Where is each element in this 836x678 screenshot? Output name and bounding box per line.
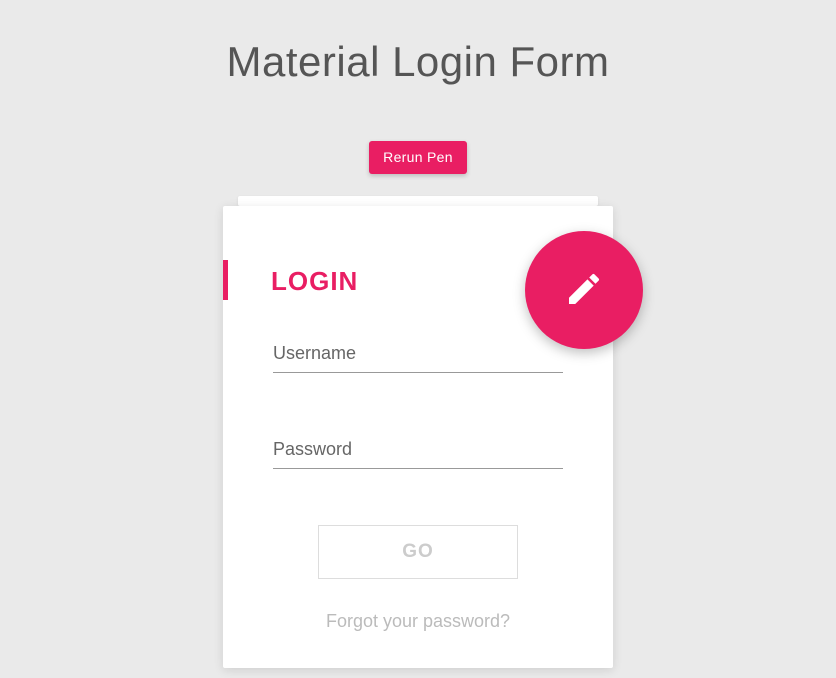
pencil-icon [564, 269, 604, 312]
forgot-password-link[interactable]: Forgot your password? [273, 611, 563, 632]
page-title: Material Login Form [0, 0, 836, 86]
username-field-wrap: Username [273, 333, 563, 373]
rerun-button[interactable]: Rerun Pen [369, 141, 467, 174]
username-input[interactable] [273, 333, 563, 373]
card-back-layer [238, 196, 598, 206]
register-fab[interactable] [525, 231, 643, 349]
submit-button[interactable]: GO [318, 525, 518, 579]
login-form: Username Password GO Forgot your passwor… [223, 297, 613, 632]
password-field-wrap: Password [273, 429, 563, 469]
login-card: LOGIN Username Password GO Forgot your p… [223, 206, 613, 668]
password-input[interactable] [273, 429, 563, 469]
